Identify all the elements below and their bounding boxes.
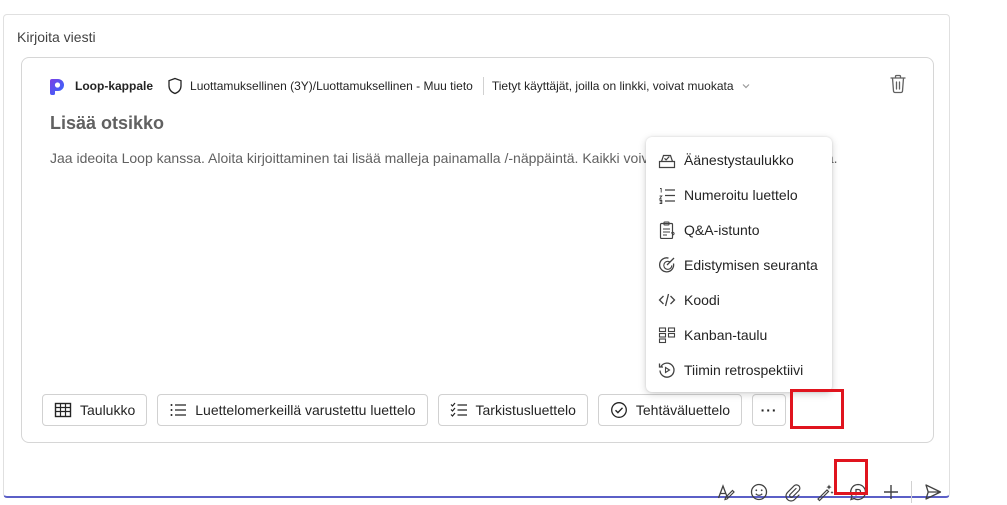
chip-task-list[interactable]: Tehtäväluettelo [597,394,743,426]
checklist-icon [450,402,467,417]
chip-label: Taulukko [80,402,136,418]
highlight-more-options [790,389,844,429]
send-button[interactable] [916,478,949,505]
more-options-button[interactable]: ··· [752,394,787,426]
menu-item-label: Numeroitu luettelo [684,186,798,203]
table-icon [54,402,72,418]
menu-item-kanban[interactable]: Kanban-taulu [646,317,832,352]
loop-app-name: Loop-kappale [75,79,154,93]
menu-item-numbered-list[interactable]: Numeroitu luettelo [646,177,832,212]
code-icon [658,293,676,306]
retrospective-icon [658,362,675,378]
compose-label: Kirjoita viesti [17,29,96,45]
menu-item-label: Koodi [684,291,720,308]
chip-checklist[interactable]: Tarkistusluettelo [437,394,588,426]
menu-item-label: Edistymisen seuranta [684,256,818,273]
attach-button[interactable] [775,478,808,505]
bullet-list-icon [170,404,187,416]
menu-item-progress-tracker[interactable]: Edistymisen seuranta [646,247,832,282]
highlight-loop-button [834,459,868,495]
add-icon [883,485,898,499]
menu-item-label: Kanban-taulu [684,326,768,343]
attach-icon [784,484,800,502]
shield-icon [168,77,182,95]
chip-table[interactable]: Taulukko [42,394,148,426]
toolbar-divider [911,481,912,503]
kanban-icon [658,326,676,343]
compose-toolbar [709,478,949,505]
header-divider [482,77,484,95]
menu-item-poll[interactable]: Äänestystaulukko [646,142,832,177]
chip-label: Tehtäväluettelo [635,402,731,418]
format-icon [717,484,735,501]
add-button[interactable] [874,478,907,505]
task-list-icon [610,402,627,418]
emoji-button[interactable] [742,478,775,505]
chip-label: Tarkistusluettelo [475,402,576,418]
format-button[interactable] [709,478,742,505]
trash-icon[interactable] [889,74,907,94]
sensitivity-label[interactable]: Luottamuksellinen (3Y)/Luottamuksellinen… [190,79,473,93]
chip-label: Luettelomerkeillä varustettu luettelo [195,402,416,418]
loop-header: Loop-kappale Luottamuksellinen (3Y)/Luot… [48,75,750,97]
send-icon [924,484,941,500]
chevron-down-icon[interactable] [742,82,750,90]
progress-icon [658,256,675,272]
menu-item-label: Tiimin retrospektiivi [684,361,804,378]
menu-item-retrospective[interactable]: Tiimin retrospektiivi [646,352,832,387]
emoji-icon [750,483,767,501]
numbered-list-icon [658,187,675,204]
insert-chips: Taulukko Luettelomerkeillä varustettu lu… [42,394,787,426]
copilot-icon [816,484,833,502]
share-scope[interactable]: Tietyt käyttäjät, joilla on linkki, voiv… [492,79,734,93]
clipboard-question-icon [659,220,675,239]
insert-menu: Äänestystaulukko Numeroitu luettelo Q&A-… [646,137,832,392]
poll-icon [658,154,676,168]
loop-title-placeholder[interactable]: Lisää otsikko [50,113,164,134]
menu-item-code[interactable]: Koodi [646,282,832,317]
menu-item-qa-session[interactable]: Q&A-istunto [646,212,832,247]
menu-item-label: Äänestystaulukko [684,151,794,168]
loop-logo-icon [50,79,64,95]
chip-bullet-list[interactable]: Luettelomerkeillä varustettu luettelo [157,394,428,426]
menu-item-label: Q&A-istunto [684,221,760,238]
